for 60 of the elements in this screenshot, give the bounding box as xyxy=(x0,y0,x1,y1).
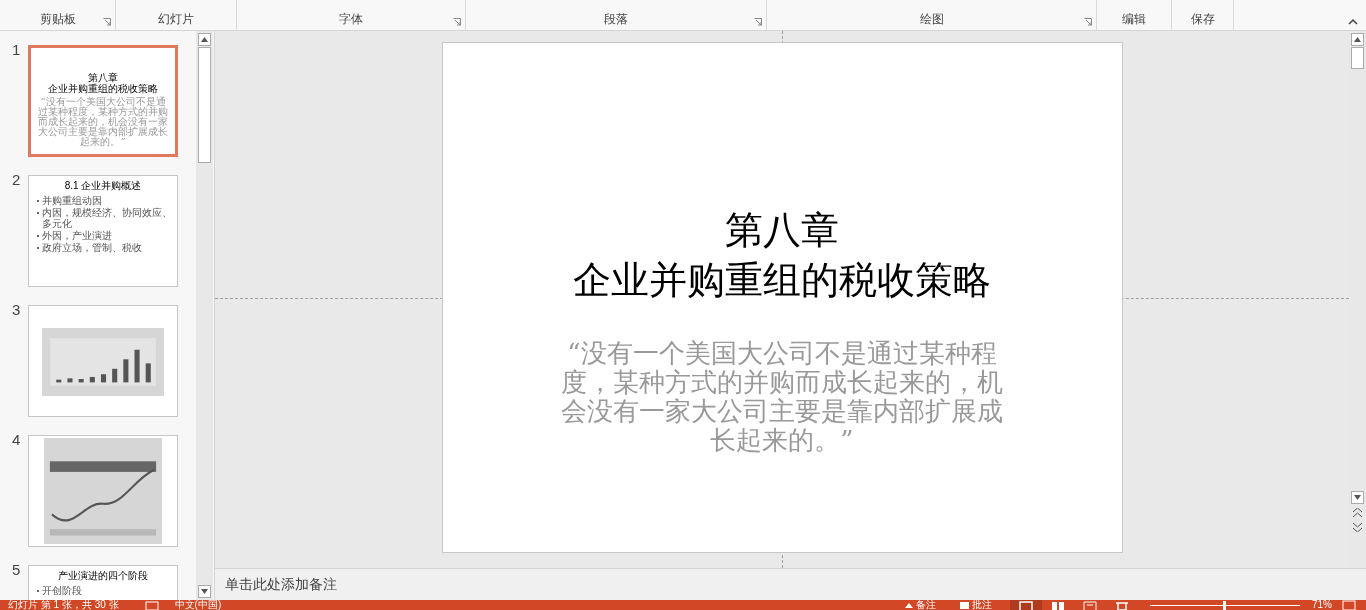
slide-title: 第八章 xyxy=(88,72,118,83)
group-label: 段落 xyxy=(604,12,628,26)
view-button[interactable] xyxy=(1010,600,1042,610)
normal-view-icon xyxy=(1018,600,1034,610)
slide-quote: “没有一个美国大公司不是通过某种程度，某种方式的并购而成长起来的，机会没有一家大公司主要是靠内部扩展成长起来的。” xyxy=(560,339,1004,455)
slide-canvas[interactable]: 第八章 企业并购重组的税收策略 “没有一个美国大公司不是通过某种程度，某种方式的并购而成长起来的，机会没有一家大公司主要是靠内部扩展成长起来的。” xyxy=(441,42,1123,553)
slide-number: 1 xyxy=(11,42,22,60)
collapse-ribbon-icon[interactable] xyxy=(1348,18,1358,25)
sorter-view-icon xyxy=(1050,600,1066,610)
zoom-slider[interactable] xyxy=(1150,600,1300,610)
slide-title: 8.1 企业并购概述 xyxy=(64,180,142,192)
slide-number: 4 xyxy=(11,432,22,450)
slide-title: 企业并购重组的税收策略 xyxy=(48,83,158,94)
caret-icon xyxy=(905,602,913,608)
bullet-text: 开创阶段 xyxy=(42,585,82,596)
bullet-text: 内因，规模经济、协同效应、多元化 xyxy=(42,207,173,229)
dialog-launcher-icon[interactable] xyxy=(103,18,111,26)
scrollbar[interactable] xyxy=(196,31,213,600)
slide-title: 第八章 xyxy=(725,207,839,254)
slide-thumbnail[interactable] xyxy=(28,305,178,417)
comment-icon xyxy=(960,601,969,609)
next-slide-icon[interactable] xyxy=(1353,523,1362,532)
slide-thumbnail[interactable]: 8.1 企业并购概述 并购重组动因 内因，规模经济、协同效应、多元化 外因，产业演进 政府立场，管制、税收 xyxy=(28,175,178,287)
bullet-text: 并购重组动因 xyxy=(42,195,102,206)
scroll-down-icon[interactable] xyxy=(198,585,211,598)
slide-number: 2 xyxy=(11,172,22,190)
show-view-icon xyxy=(1114,600,1130,610)
slide-count: 幻灯片 第 1 张，共 30 张 xyxy=(8,600,119,610)
scroll-up-icon[interactable] xyxy=(198,33,211,46)
slide-title: 企业并购重组的税收策略 xyxy=(573,257,991,304)
bullet-text: 政府立场，管制、税收 xyxy=(42,242,142,253)
group-label: 幻灯片 xyxy=(158,12,194,26)
scroll-thumb[interactable] xyxy=(1351,47,1364,69)
spell-check-icon[interactable] xyxy=(144,600,159,610)
comments-button[interactable]: 批注 xyxy=(960,600,992,610)
scroll-up-icon[interactable] xyxy=(1351,33,1364,46)
slide-thumbnail[interactable]: 产业演进的四个阶段 开创阶段 xyxy=(28,565,178,600)
slide-number: 5 xyxy=(11,562,22,580)
previous-slide-icon[interactable] xyxy=(1353,508,1362,517)
bullet-text: 外因，产业演进 xyxy=(42,230,112,241)
fit-to-window-icon[interactable] xyxy=(1342,600,1356,610)
dialog-launcher-icon[interactable] xyxy=(754,18,762,26)
scrollbar[interactable] xyxy=(1349,31,1366,568)
group-label: 绘图 xyxy=(919,12,944,26)
language-indicator[interactable]: 中文(中国) xyxy=(174,600,222,610)
dialog-launcher-icon[interactable] xyxy=(1084,18,1092,26)
scroll-down-icon[interactable] xyxy=(1351,491,1364,504)
group-label: 保存 xyxy=(1190,12,1215,26)
group-label: 编辑 xyxy=(1122,12,1146,26)
scroll-thumb[interactable] xyxy=(198,47,211,163)
zoom-level[interactable]: 71% xyxy=(1312,600,1332,610)
group-label: 剪贴板 xyxy=(39,12,76,26)
dialog-launcher-icon[interactable] xyxy=(453,18,461,26)
group-label: 字体 xyxy=(339,12,363,26)
slide-thumbnail[interactable] xyxy=(28,435,178,547)
reading-view-icon xyxy=(1082,600,1098,610)
slide-number: 3 xyxy=(11,302,22,320)
notes-field[interactable]: 单击此处添加备注 xyxy=(225,574,337,595)
slide-title: 产业演进的四个阶段 xyxy=(58,570,148,582)
notes-button[interactable]: 备注 xyxy=(905,600,936,610)
